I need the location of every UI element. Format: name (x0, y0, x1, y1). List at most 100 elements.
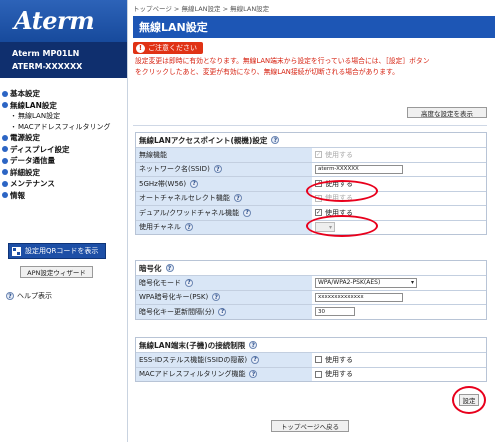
sidebar-item-label: メンテナンス (10, 179, 55, 189)
sidebar-item[interactable]: 基本設定 (0, 88, 127, 100)
help-icon[interactable]: ? (190, 179, 199, 188)
value: 使用する (312, 367, 486, 381)
model-info: Aterm MP01LN ATERM-XXXXXX (0, 42, 127, 78)
row-ssid: ネットワーク名(SSID) ? aterm-XXXXXX (136, 161, 486, 176)
divider (133, 125, 487, 126)
warning-line-2: をクリックしたあと、変更が有効になり、無線LAN接続が切断される場合があります。 (135, 68, 399, 76)
label: 暗号化キー更新間隔(分) ? (136, 305, 312, 319)
help-icon[interactable]: ? (185, 278, 193, 287)
aterm-logo: Aterm (14, 6, 95, 35)
sidebar-subitem[interactable]: ・ MACアドレスフィルタリング (0, 122, 127, 133)
exclamation-icon: ! (136, 43, 145, 53)
value: 30 (312, 305, 486, 319)
sidebar-item[interactable]: メンテナンス (0, 178, 127, 190)
section-title: 暗号化 ? (136, 261, 486, 275)
label: MACアドレスフィルタリング機能 ? (136, 367, 312, 381)
label: ESS-IDステルス機能(SSIDの隠蔽) ? (136, 353, 312, 367)
help-icon[interactable]: ? (243, 208, 252, 217)
sidebar-item[interactable]: 無線LAN設定 (0, 100, 127, 112)
sidebar-subitem[interactable]: ・無線LAN設定 (0, 111, 127, 122)
label: デュアル/クワッドチャネル機能 ? (136, 206, 312, 220)
sidebar-item-label: 無線LAN設定 (18, 112, 61, 121)
dot-icon: ・ (10, 122, 17, 131)
label: WPA暗号化キー(PSK) ? (136, 290, 312, 304)
client-restriction-section: 無線LAN端末(子機)の接続制限 ? ESS-IDステルス機能(SSIDの隠蔽)… (135, 337, 487, 382)
label: オートチャネルセレクト機能 ? (136, 191, 312, 205)
help-icon: ? (6, 292, 14, 300)
help-icon[interactable]: ? (212, 293, 221, 302)
ssid-input[interactable]: aterm-XXXXXX (315, 164, 403, 174)
dual-channel-checkbox[interactable]: ✓ (315, 209, 322, 217)
mac-filter-checkbox[interactable] (315, 370, 322, 378)
sidebar-item[interactable]: ディスプレイ設定 (0, 144, 127, 156)
sidebar: Aterm Aterm MP01LN ATERM-XXXXXX 基本設定 無線LA… (0, 0, 128, 442)
help-icon[interactable]: ? (184, 223, 193, 232)
help-icon[interactable]: ? (213, 165, 222, 174)
sidebar-item-label: 詳細設定 (10, 167, 40, 177)
help-link[interactable]: ? ヘルプ表示 (6, 291, 52, 301)
sidebar-item-label: 基本設定 (10, 89, 40, 99)
sidebar-item-label: 電源設定 (10, 133, 40, 143)
value: ✓ 使用する (312, 148, 486, 162)
bullet-icon (2, 192, 8, 199)
warning-text: 設定変更は即時に有効となります。無線LAN端末から設定を行っている場合には、［設… (133, 56, 495, 78)
wireless-function-checkbox[interactable]: ✓ (315, 151, 322, 159)
row-dual-channel: デュアル/クワッドチャネル機能 ? ✓ 使用する (136, 205, 486, 220)
highlight-ring-dual-channel (306, 215, 378, 237)
help-label: ヘルプ表示 (17, 292, 52, 300)
qr-button-label: 設定用QRコードを表示 (25, 247, 99, 255)
value: aterm-XXXXXX (312, 162, 486, 176)
sidebar-item-label: ディスプレイ設定 (10, 144, 70, 154)
help-icon[interactable]: ? (249, 370, 258, 379)
bullet-icon (2, 169, 8, 176)
encryption-mode-select[interactable]: WPA/WPA2-PSK(AES) ▾ (315, 277, 417, 288)
show-qr-code-button[interactable]: 設定用QRコードを表示 (8, 243, 106, 259)
help-icon[interactable]: ? (249, 341, 258, 349)
row-mac-filter: MACアドレスフィルタリング機能 ? 使用する (136, 366, 486, 381)
apn-wizard-button[interactable]: APN設定ウィザード (20, 266, 93, 278)
bullet-icon (2, 146, 8, 153)
dot-icon: ・ (10, 112, 17, 121)
row-stealth: ESS-IDステルス機能(SSIDの隠蔽) ? 使用する (136, 352, 486, 367)
show-advanced-button[interactable]: 高度な設定を表示 (407, 107, 487, 118)
row-psk: WPA暗号化キー(PSK) ? xxxxxxxxxxxxxx (136, 289, 486, 304)
help-icon[interactable]: ? (271, 136, 280, 144)
sidebar-item[interactable]: 詳細設定 (0, 167, 127, 179)
row-encryption-mode: 暗号化モード ? WPA/WPA2-PSK(AES) ▾ (136, 275, 486, 290)
warning-badge-label: ご注意ください (148, 44, 197, 52)
chevron-down-icon: ▾ (410, 279, 414, 287)
bullet-icon (2, 102, 8, 109)
device-id: ATERM-XXXXXX (12, 62, 83, 71)
label: 使用チャネル ? (136, 220, 312, 234)
model-name: Aterm MP01LN (12, 49, 80, 58)
sidebar-item-label: データ通信量 (10, 156, 55, 166)
help-icon[interactable]: ? (233, 194, 242, 203)
key-interval-input[interactable]: 30 (315, 307, 355, 317)
label: 暗号化モード ? (136, 276, 312, 290)
bullet-icon (2, 90, 8, 97)
logo-area: Aterm (0, 0, 127, 42)
sidebar-item[interactable]: データ通信量 (0, 155, 127, 167)
sidebar-nav: 基本設定 無線LAN設定・無線LAN設定・ MACアドレスフィルタリング 電源設定 ディ… (0, 78, 127, 201)
help-icon[interactable]: ? (165, 264, 174, 272)
help-icon[interactable]: ? (251, 355, 260, 364)
stealth-checkbox[interactable] (315, 356, 322, 364)
sidebar-item-label: MACアドレスフィルタリング (18, 122, 111, 131)
label: ネットワーク名(SSID) ? (136, 162, 312, 176)
sidebar-item[interactable]: 情報 (0, 190, 127, 202)
value: 使用する (312, 353, 486, 367)
highlight-ring-set-button (452, 386, 486, 414)
sidebar-item-label: 情報 (10, 190, 25, 200)
row-wireless-function: 無線機能 ✓ 使用する (136, 147, 486, 162)
sidebar-item[interactable]: 電源設定 (0, 132, 127, 144)
bullet-icon (2, 157, 8, 164)
value: xxxxxxxxxxxxxx (312, 290, 486, 304)
warning-line-1: 設定変更は即時に有効となります。無線LAN端末から設定を行っている場合には、［設… (135, 57, 430, 65)
back-to-top-button[interactable]: トップページへ戻る (271, 420, 349, 432)
label: 無線機能 (136, 148, 312, 162)
warning-header: ! ご注意ください (133, 42, 495, 54)
help-icon[interactable]: ? (218, 307, 227, 316)
qr-code-icon (12, 246, 21, 256)
psk-input[interactable]: xxxxxxxxxxxxxx (315, 292, 403, 302)
section-title: 無線LAN端末(子機)の接続制限 ? (136, 338, 486, 352)
